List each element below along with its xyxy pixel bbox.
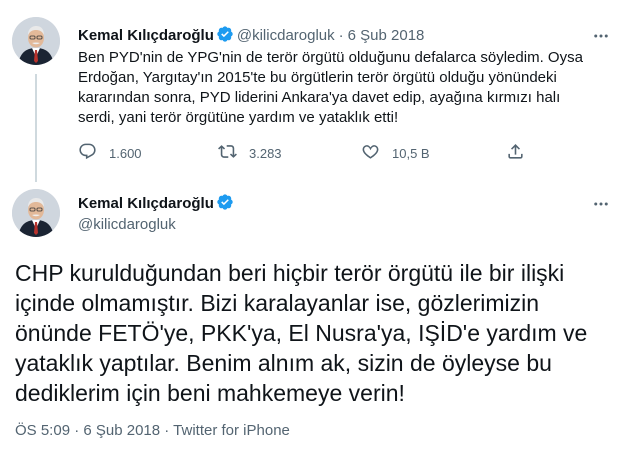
tweet-header: Kemal Kılıçdaroğlu @kilicdarogluk · 6 Şub 2… (78, 25, 424, 47)
reply-count: 1.600 (109, 145, 142, 161)
like-count: 10,5 B (392, 145, 430, 161)
author-avatar[interactable] (12, 17, 60, 65)
author-handle[interactable]: @kilicdarogluk (237, 27, 335, 44)
share-button[interactable] (506, 143, 537, 163)
like-button[interactable]: 10,5 B (361, 143, 430, 163)
tweet-actions: 1.600 3.283 10,5 B (78, 143, 528, 163)
tweet-date[interactable]: 6 Şub 2018 (348, 27, 425, 44)
author-handle[interactable]: @kilicdarogluk (78, 216, 176, 233)
author-name[interactable]: Kemal Kılıçdaroğlu (78, 27, 214, 44)
author-name[interactable]: Kemal Kılıçdaroğlu (78, 195, 214, 212)
retweet-button[interactable]: 3.283 (218, 143, 282, 163)
author-avatar[interactable] (12, 189, 60, 237)
verified-badge-icon (216, 193, 234, 215)
separator: · (338, 27, 344, 44)
verified-badge-icon (216, 25, 234, 47)
more-options-icon[interactable] (589, 24, 613, 48)
tweet-meta[interactable]: ÖS 5:09 · 6 Şub 2018 · Twitter for iPhon… (15, 422, 290, 439)
retweet-count: 3.283 (249, 145, 282, 161)
like-icon (361, 142, 392, 164)
more-options-icon[interactable] (589, 192, 613, 216)
thread-connector (35, 74, 37, 182)
tweet-text: CHP kurulduğundan beri hiçbir terör örgü… (15, 260, 588, 406)
share-icon (506, 142, 537, 164)
tweet-header: Kemal Kılıçdaroğlu (78, 193, 237, 215)
reply-icon (78, 142, 109, 164)
retweet-icon (218, 142, 249, 164)
reply-button[interactable]: 1.600 (78, 143, 142, 163)
tweet-text: Ben PYD'nin de YPG'nin de terör örgütü o… (78, 49, 583, 126)
